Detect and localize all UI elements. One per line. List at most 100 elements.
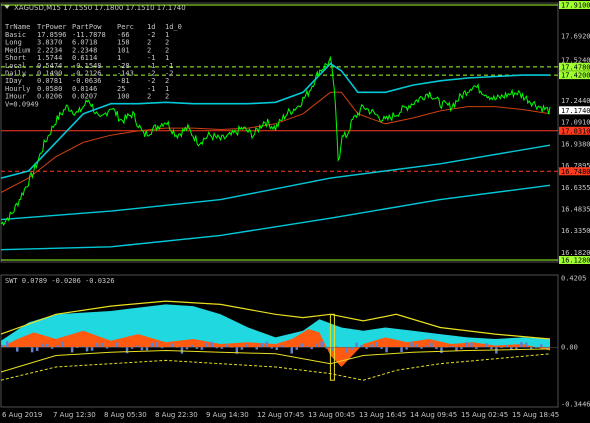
indicator-hist-bar bbox=[485, 343, 488, 348]
indicator-hist-bar bbox=[410, 342, 413, 348]
indicator-hist-bar bbox=[470, 343, 473, 348]
indicator-hist-bar bbox=[45, 344, 49, 348]
table-header-2: PartPow bbox=[72, 23, 102, 31]
indicator-hist-bar bbox=[400, 347, 403, 352]
x-tick-label-4: 9 Aug 14:30 bbox=[206, 411, 249, 419]
trend-line bbox=[0, 144, 551, 221]
indicator-title: SWT 0.0789 -0.0206 -0.0326 bbox=[5, 277, 115, 285]
indicator-hist-bar bbox=[350, 347, 353, 350]
table-cell-8-3: 100 bbox=[117, 93, 130, 101]
chart-canvas: XAGUSD,M15 17.1550 17.1800 17.1510 17.17… bbox=[0, 1, 590, 419]
indicator-hist-bar bbox=[520, 341, 523, 348]
price-axis-label-7: 17.0910 bbox=[561, 119, 590, 127]
indicator-hist-bar bbox=[385, 347, 388, 353]
indicator-hist-bar bbox=[205, 342, 209, 348]
indicator-hist-bar bbox=[320, 341, 323, 348]
indicator-hist-bar bbox=[430, 342, 433, 348]
indicator-hist-bar bbox=[180, 347, 184, 354]
indicator-hist-bar bbox=[95, 343, 99, 348]
indicator-hist-bar bbox=[415, 343, 418, 348]
table-header-5: 1d_0 bbox=[165, 23, 182, 31]
dropdown-triangle-icon[interactable] bbox=[4, 5, 10, 9]
indicator-hist-bar bbox=[255, 347, 258, 350]
indicator-hist-bar bbox=[170, 343, 174, 348]
indicator-hist-bar bbox=[55, 345, 59, 348]
indicator-lower-yellow-dashed bbox=[0, 353, 551, 381]
indicator-hist-bar bbox=[200, 347, 204, 350]
price-axis-label-8: 17.0310 bbox=[561, 127, 590, 135]
price-axis-label-0: 17.9100 bbox=[561, 2, 590, 10]
indicator-hist-bar bbox=[295, 347, 298, 350]
indicator-hist-bar bbox=[145, 347, 149, 351]
indicator-hist-bar bbox=[60, 341, 64, 348]
table-cell-8-2: 0.0207 bbox=[72, 93, 97, 101]
indicator-hist-bar bbox=[245, 344, 249, 348]
x-tick-label-3: 8 Aug 22:30 bbox=[155, 411, 198, 419]
indicator-hist-bar bbox=[355, 342, 358, 348]
indicator-hist-bar bbox=[85, 347, 89, 352]
indicator-hist-bar bbox=[290, 347, 293, 354]
x-tick-label-2: 8 Aug 05:30 bbox=[104, 411, 147, 419]
price-axis-label-4: 17.4200 bbox=[561, 72, 590, 80]
indicator-hist-bar bbox=[115, 342, 119, 348]
indicator-hist-bar bbox=[90, 347, 94, 351]
indicator-axis-label-1: 0.00 bbox=[561, 344, 578, 352]
indicator-hist-bar bbox=[225, 344, 229, 348]
indicator-hist-bar bbox=[260, 343, 263, 348]
x-tick-label-1: 7 Aug 12:30 bbox=[53, 411, 96, 419]
indicator-hist-bar bbox=[360, 345, 363, 348]
indicator-hist-bar bbox=[125, 347, 129, 354]
indicator-hist-bar bbox=[275, 347, 278, 350]
indicator-hist-bar bbox=[16, 347, 19, 352]
price-axis-label-6: 17.1740 bbox=[561, 107, 590, 115]
indicator-hist-bar bbox=[345, 347, 348, 353]
table-header-3: Perc bbox=[117, 23, 134, 31]
indicator-hist-bar bbox=[465, 341, 468, 348]
price-axis-label-3: 17.4780 bbox=[561, 63, 590, 71]
price-axis-label-13: 16.4835 bbox=[561, 206, 590, 214]
indicator-hist-bar bbox=[185, 347, 189, 350]
x-tick-label-10: 15 Aug 18:45 bbox=[512, 411, 559, 419]
table-header-4: 1d bbox=[147, 23, 155, 31]
x-tick-label-5: 12 Aug 07:45 bbox=[257, 411, 304, 419]
price-axis-label-12: 16.6355 bbox=[561, 184, 590, 192]
indicator-hist-bar bbox=[265, 341, 268, 348]
indicator-hist-bar bbox=[300, 343, 303, 348]
indicator-hist-bar bbox=[1, 344, 4, 348]
indicator-hist-bar bbox=[100, 343, 104, 348]
price-axis-label-11: 16.7480 bbox=[561, 168, 590, 176]
x-tick-label-6: 13 Aug 00:45 bbox=[308, 411, 355, 419]
indicator-hist-bar bbox=[35, 347, 39, 351]
indicator-hist-bar bbox=[155, 342, 159, 348]
table-footer: V=0.0949 bbox=[5, 100, 39, 108]
indicator-hist-bar bbox=[240, 347, 244, 350]
indicator-hist-bar bbox=[440, 347, 443, 354]
indicator-axis-label-0: 0.4205 bbox=[561, 275, 586, 283]
indicator-hist-bar bbox=[280, 345, 283, 348]
table-cell-8-5: 2 bbox=[165, 93, 169, 101]
indicator-hist-bar bbox=[210, 341, 214, 348]
indicator-hist-bar bbox=[525, 342, 528, 348]
indicator-hist-bar bbox=[40, 343, 44, 348]
indicator-lower-yellow-line bbox=[0, 348, 551, 373]
indicator-hist-bar bbox=[540, 344, 543, 348]
indicator-hist-bar bbox=[6, 341, 9, 348]
price-axis-label-9: 16.9380 bbox=[561, 141, 590, 149]
indicator-hist-bar bbox=[190, 344, 194, 348]
table-cell-8-1: 0.0206 bbox=[37, 93, 62, 101]
indicator-hist-bar bbox=[30, 347, 34, 353]
table-header-1: TrPower bbox=[37, 23, 67, 31]
indicator-hist-bar bbox=[405, 347, 408, 350]
x-tick-label-0: 6 Aug 2019 bbox=[2, 411, 42, 419]
indicator-hist-bar bbox=[460, 347, 463, 350]
low-channel-line bbox=[0, 184, 551, 251]
indicator-hist-bar bbox=[140, 347, 144, 351]
indicator-hist-bar bbox=[315, 343, 318, 348]
indicator-hist-bar bbox=[375, 342, 378, 348]
price-axis-label-14: 16.3350 bbox=[561, 227, 590, 235]
indicator-hist-bar bbox=[150, 342, 154, 348]
price-axis-label-16: 16.1280 bbox=[561, 257, 590, 265]
price-axis-label-5: 17.2440 bbox=[561, 97, 590, 105]
indicator-hist-bar bbox=[70, 347, 74, 353]
price-axis-label-1: 17.6920 bbox=[561, 33, 590, 41]
